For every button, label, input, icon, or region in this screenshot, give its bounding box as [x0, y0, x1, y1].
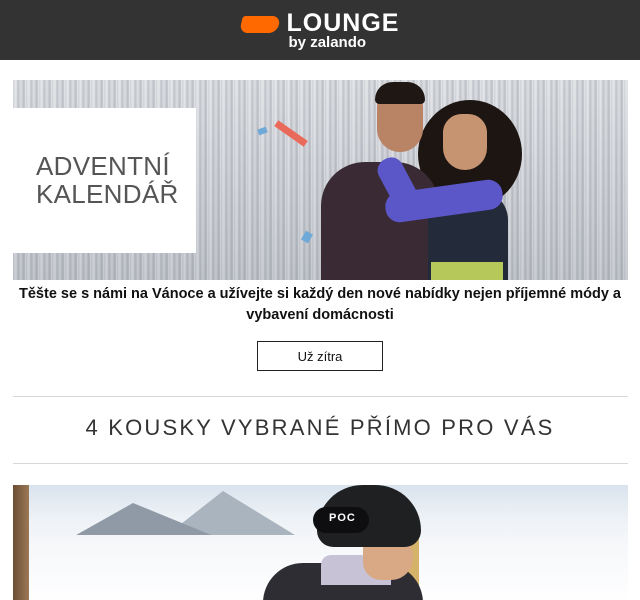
woman-skirt — [431, 262, 503, 280]
product-image[interactable]: POC — [13, 485, 628, 600]
logo-main-text: LOUNGE — [286, 8, 400, 37]
section-title: 4 KOUSKY VYBRANÉ PŘÍMO PRO VÁS — [85, 415, 555, 440]
logo-mark-icon — [238, 15, 281, 33]
divider — [13, 463, 628, 464]
hero-title-line1: ADVENTNÍ — [36, 151, 170, 182]
hero-title-box: ADVENTNÍ KALENDÁŘ — [13, 108, 196, 253]
woman-face — [443, 114, 487, 170]
intro-text: Těšte se s námi na Vánoce a užívejte si … — [19, 286, 621, 323]
confetti-shape — [274, 120, 308, 147]
confetti-shape — [257, 126, 268, 136]
rock-edge — [13, 485, 29, 600]
logo-text: LOUNGE by zalando — [286, 8, 400, 51]
email-header: LOUNGE by zalando — [0, 0, 640, 60]
lounge-logo[interactable]: LOUNGE by zalando — [238, 8, 400, 51]
confetti-shape — [301, 230, 313, 244]
helmet-brand-text: POC — [329, 512, 356, 524]
logo-sub-text: by zalando — [288, 33, 367, 51]
cta-button[interactable]: Už zítra — [257, 341, 383, 371]
divider — [13, 396, 628, 397]
advent-calendar-banner[interactable]: ADVENTNÍ KALENDÁŘ — [13, 80, 628, 280]
hero-title-line2: KALENDÁŘ — [36, 178, 179, 209]
man-hair — [375, 82, 425, 104]
